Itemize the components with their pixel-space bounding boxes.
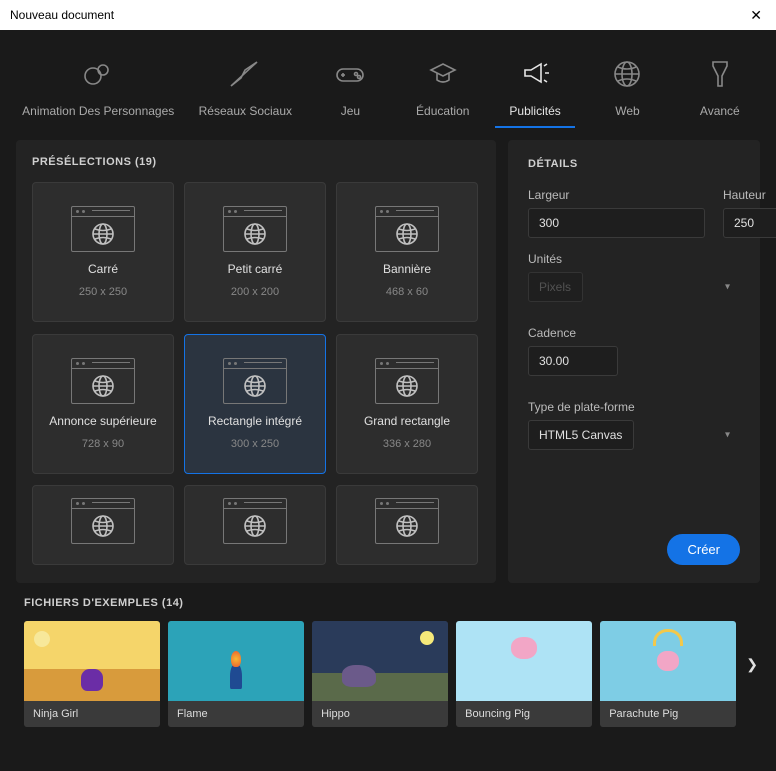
example-title: Ninja Girl	[24, 701, 160, 727]
examples-row: Ninja Girl Flame Hippo Bouncing Pig Parachut…	[24, 621, 760, 727]
preset-card[interactable]: Rectangle intégré 300 x 250	[184, 334, 326, 474]
width-input[interactable]	[528, 208, 705, 238]
category-label: Web	[615, 104, 639, 118]
ads-icon	[517, 56, 553, 92]
height-label: Hauteur	[723, 188, 776, 202]
category-label: Animation Des Personnages	[22, 104, 174, 118]
examples-section: FICHIERS D'EXEMPLES (14) Ninja Girl Flame…	[0, 583, 776, 735]
width-label: Largeur	[528, 188, 705, 202]
category-label: Publicités	[509, 104, 560, 118]
preset-card[interactable]: Bannière 468 x 60	[336, 182, 478, 322]
example-title: Bouncing Pig	[456, 701, 592, 727]
example-thumbnail	[456, 621, 592, 701]
preset-name: Annonce supérieure	[49, 414, 156, 428]
category-tab-web[interactable]: Web	[587, 48, 667, 128]
category-tab-ads[interactable]: Publicités	[495, 48, 575, 128]
category-label: Éducation	[416, 104, 469, 118]
platform-select[interactable]: HTML5 Canvas	[528, 420, 634, 450]
web-icon	[609, 56, 645, 92]
preset-card[interactable]: Annonce supérieure 728 x 90	[32, 334, 174, 474]
units-label: Unités	[528, 252, 740, 266]
presets-grid: Carré 250 x 250 Petit carré 200 x 200 Banniè…	[32, 182, 486, 567]
category-tab-char[interactable]: Animation Des Personnages	[16, 48, 180, 128]
fps-label: Cadence	[528, 326, 740, 340]
example-thumbnail	[312, 621, 448, 701]
social-icon	[227, 56, 263, 92]
preset-card[interactable]	[336, 485, 478, 565]
preset-card[interactable]	[184, 485, 326, 565]
preset-dimensions: 728 x 90	[82, 438, 124, 450]
presets-panel: PRÉSÉLECTIONS (19) Carré 250 x 250 Petit c…	[16, 140, 496, 583]
example-card[interactable]: Bouncing Pig	[456, 621, 592, 727]
adv-icon	[702, 56, 738, 92]
preset-name: Bannière	[383, 262, 431, 276]
example-thumbnail	[168, 621, 304, 701]
preset-card[interactable]: Carré 250 x 250	[32, 182, 174, 322]
preset-name: Carré	[88, 262, 118, 276]
preset-name: Rectangle intégré	[208, 414, 302, 428]
example-title: Flame	[168, 701, 304, 727]
game-icon	[332, 56, 368, 92]
preset-card[interactable]: Petit carré 200 x 200	[184, 182, 326, 322]
preset-card[interactable]	[32, 485, 174, 565]
create-button[interactable]: Créer	[667, 534, 740, 565]
presets-heading: PRÉSÉLECTIONS (19)	[32, 156, 486, 168]
preset-dimensions: 300 x 250	[231, 438, 279, 450]
preset-dimensions: 200 x 200	[231, 286, 279, 298]
example-card[interactable]: Flame	[168, 621, 304, 727]
examples-heading: FICHIERS D'EXEMPLES (14)	[24, 597, 760, 609]
height-input[interactable]	[723, 208, 776, 238]
category-tab-adv[interactable]: Avancé	[680, 48, 760, 128]
preset-dimensions: 336 x 280	[383, 438, 431, 450]
preset-dimensions: 468 x 60	[386, 286, 428, 298]
example-card[interactable]: Hippo	[312, 621, 448, 727]
units-select[interactable]: Pixels	[528, 272, 583, 302]
fps-input[interactable]	[528, 346, 618, 376]
edu-icon	[425, 56, 461, 92]
preset-dimensions: 250 x 250	[79, 286, 127, 298]
category-tab-game[interactable]: Jeu	[310, 48, 390, 128]
details-panel: DÉTAILS Largeur Hauteur Unités Pixels Ca…	[508, 140, 760, 583]
example-thumbnail	[600, 621, 736, 701]
category-label: Réseaux Sociaux	[199, 104, 292, 118]
title-bar: Nouveau document ✕	[0, 0, 776, 30]
char-icon	[80, 56, 116, 92]
platform-label: Type de plate-forme	[528, 400, 740, 414]
chevron-right-icon[interactable]: ❯	[744, 656, 760, 693]
example-card[interactable]: Ninja Girl	[24, 621, 160, 727]
example-card[interactable]: Parachute Pig	[600, 621, 736, 727]
example-thumbnail	[24, 621, 160, 701]
category-tab-edu[interactable]: Éducation	[403, 48, 483, 128]
close-icon[interactable]: ✕	[746, 7, 766, 24]
category-label: Avancé	[700, 104, 740, 118]
category-tab-social[interactable]: Réseaux Sociaux	[193, 48, 298, 128]
category-tabs: Animation Des Personnages Réseaux Sociaux…	[0, 30, 776, 128]
window-title: Nouveau document	[10, 8, 114, 22]
details-heading: DÉTAILS	[528, 158, 740, 170]
example-title: Parachute Pig	[600, 701, 736, 727]
preset-name: Grand rectangle	[364, 414, 450, 428]
preset-card[interactable]: Grand rectangle 336 x 280	[336, 334, 478, 474]
preset-name: Petit carré	[228, 262, 283, 276]
example-title: Hippo	[312, 701, 448, 727]
category-label: Jeu	[341, 104, 360, 118]
